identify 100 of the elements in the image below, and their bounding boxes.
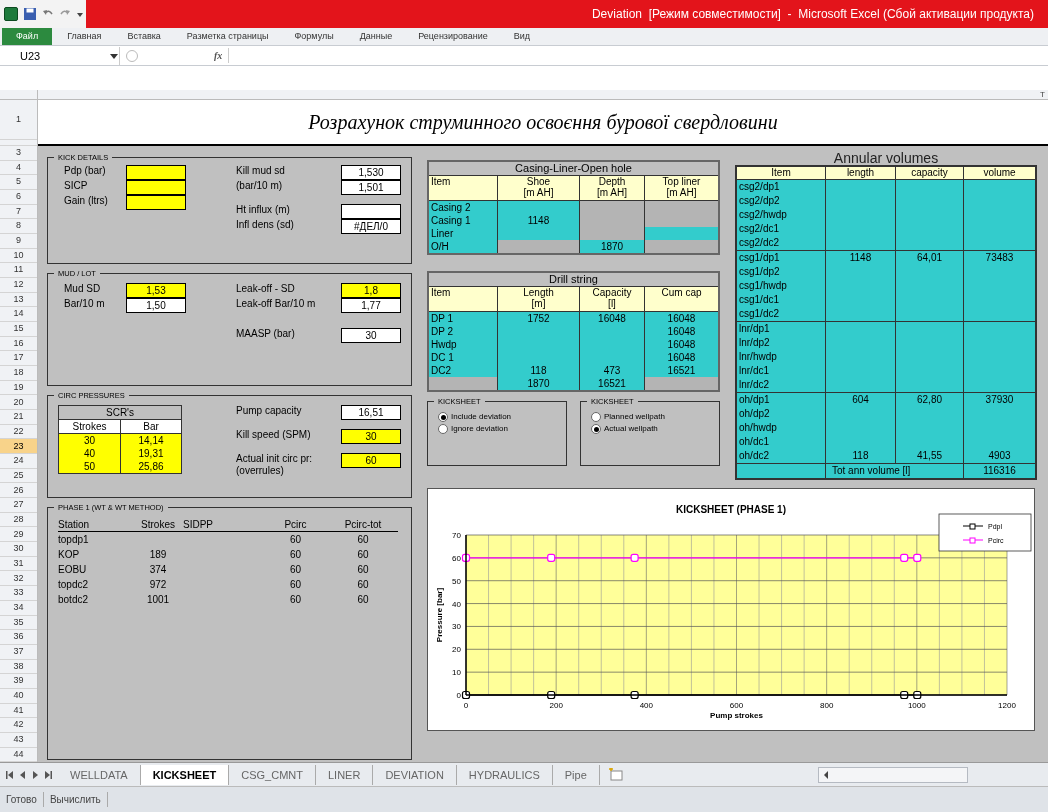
row-header[interactable]: 30 (0, 542, 37, 557)
row-header[interactable]: 42 (0, 718, 37, 733)
table-cell-text: csg1/dc1 (738, 293, 781, 307)
table-cell-text: lnr/dp1 (738, 322, 771, 336)
row-header[interactable]: 20 (0, 395, 37, 411)
row-header[interactable]: 40 (0, 688, 37, 704)
row-header[interactable]: 23 (0, 439, 37, 455)
row-header[interactable]: 12 (0, 278, 37, 293)
row-header[interactable]: 1 (0, 100, 37, 140)
value-cell[interactable]: 1,8 (341, 283, 401, 299)
sheet-tab[interactable]: LINER (315, 764, 374, 785)
value-cell[interactable] (126, 165, 186, 181)
row-header[interactable]: 31 (0, 556, 37, 572)
next-sheet-icon[interactable] (32, 770, 39, 779)
value-cell[interactable]: 16,51 (341, 405, 401, 421)
row-header[interactable]: 18 (0, 366, 37, 381)
row-header[interactable]: 17 (0, 351, 37, 367)
table-cell[interactable]: 25,86 (120, 460, 181, 474)
ribbon-tab[interactable]: Формулы (281, 28, 347, 45)
ribbon-tab[interactable]: Главная (54, 28, 115, 45)
value-cell[interactable] (341, 204, 401, 220)
row-header[interactable]: 24 (0, 454, 37, 469)
row-header[interactable]: 16 (0, 336, 37, 352)
row-header[interactable]: 9 (0, 234, 37, 249)
row-header[interactable]: 39 (0, 674, 37, 689)
field-label: Kill mud sd (236, 165, 286, 178)
table-cell[interactable]: 30 (59, 434, 120, 448)
row-header[interactable]: 14 (0, 307, 37, 323)
row-header[interactable]: 28 (0, 512, 37, 528)
row-header[interactable]: 43 (0, 732, 37, 748)
sheet-tab[interactable]: Pipe (552, 764, 600, 785)
column-header[interactable]: T (1040, 90, 1048, 99)
dropdown-icon[interactable] (110, 51, 118, 60)
row-header[interactable]: 11 (0, 263, 37, 279)
horizontal-scrollbar[interactable] (818, 766, 968, 783)
row-header[interactable]: 13 (0, 292, 37, 308)
column-header: Pcirc-tot (343, 519, 383, 532)
value-cell[interactable]: 1,77 (341, 298, 401, 314)
row-header[interactable]: 19 (0, 380, 37, 396)
ribbon-tab[interactable]: Рецензирование (405, 28, 501, 45)
first-sheet-icon[interactable] (6, 770, 13, 779)
radio-button[interactable] (438, 412, 448, 423)
row-header[interactable]: 35 (0, 615, 37, 631)
row-header[interactable]: 5 (0, 175, 37, 190)
row-header[interactable]: 41 (0, 703, 37, 719)
sheet-tab[interactable]: KICKSHEET (140, 764, 230, 785)
sheet-tab[interactable]: WELLDATA (58, 764, 141, 785)
table-cell-text: oh/dp2 (738, 407, 771, 421)
row-header[interactable]: 32 (0, 571, 37, 587)
value-cell[interactable]: #ДЕЛ/0 (341, 219, 401, 235)
spreadsheet-app-icon[interactable] (4, 7, 18, 21)
table-title: Annular volumes (832, 152, 940, 165)
value-cell[interactable]: 60 (341, 453, 401, 469)
table-cell-text: csg1/dc2 (738, 307, 781, 321)
row-header[interactable]: 10 (0, 248, 37, 264)
field-label: Leak-off - SD (236, 283, 296, 296)
ribbon-tab[interactable]: Данные (346, 28, 406, 45)
row-header[interactable]: 33 (0, 586, 37, 601)
ribbon-tab[interactable]: Вставка (114, 28, 174, 45)
y-tick-label: 20 (452, 645, 461, 655)
row-header[interactable]: 26 (0, 483, 37, 499)
field-label: MAASP (bar) (236, 328, 296, 341)
row-header[interactable]: 25 (0, 468, 37, 484)
save-icon[interactable] (23, 7, 37, 21)
value-cell[interactable] (126, 180, 186, 196)
row-header[interactable]: 34 (0, 600, 37, 616)
value-cell[interactable]: 1,501 (341, 180, 401, 196)
row-header[interactable]: 38 (0, 659, 37, 675)
ribbon-tab[interactable]: Вид (500, 28, 543, 45)
row-header[interactable]: 7 (0, 204, 37, 220)
table-cell: 1870 (579, 240, 644, 253)
table-cell-text: csg2/dc2 (738, 236, 781, 250)
sheet-tab[interactable]: DEVIATION (373, 764, 457, 785)
value-cell[interactable]: 1,50 (126, 298, 186, 314)
row-header[interactable]: 3 (0, 146, 37, 161)
row-header[interactable]: 15 (0, 322, 37, 337)
insert-function-button[interactable]: fx (214, 48, 230, 63)
radio-button[interactable] (591, 424, 601, 435)
previous-sheet-icon[interactable] (19, 770, 26, 779)
value-cell[interactable] (126, 195, 186, 211)
sheet-tab[interactable]: HYDRAULICS (456, 764, 553, 785)
row-header[interactable]: 29 (0, 527, 37, 543)
ribbon-tab[interactable]: Разметка страницы (173, 28, 282, 45)
row-header[interactable]: 21 (0, 410, 37, 425)
last-sheet-icon[interactable] (45, 770, 52, 779)
row-header[interactable]: 36 (0, 630, 37, 645)
row-header[interactable]: 27 (0, 498, 37, 513)
sheet-tab[interactable]: CSG_CMNT (229, 764, 316, 785)
value-cell[interactable]: 1,53 (126, 283, 186, 299)
value-cell[interactable]: 30 (341, 328, 401, 344)
row-header[interactable]: 8 (0, 219, 37, 235)
radio-button[interactable] (591, 412, 601, 423)
value-cell[interactable]: 30 (341, 429, 401, 445)
row-header[interactable]: 6 (0, 190, 37, 205)
radio-button[interactable] (438, 424, 448, 435)
table-cell[interactable]: 40 (59, 447, 120, 461)
row-header[interactable]: 37 (0, 644, 37, 660)
value-cell[interactable]: 1,530 (341, 165, 401, 181)
table-cell[interactable]: 50 (59, 460, 120, 474)
row-header[interactable]: 4 (0, 160, 37, 176)
